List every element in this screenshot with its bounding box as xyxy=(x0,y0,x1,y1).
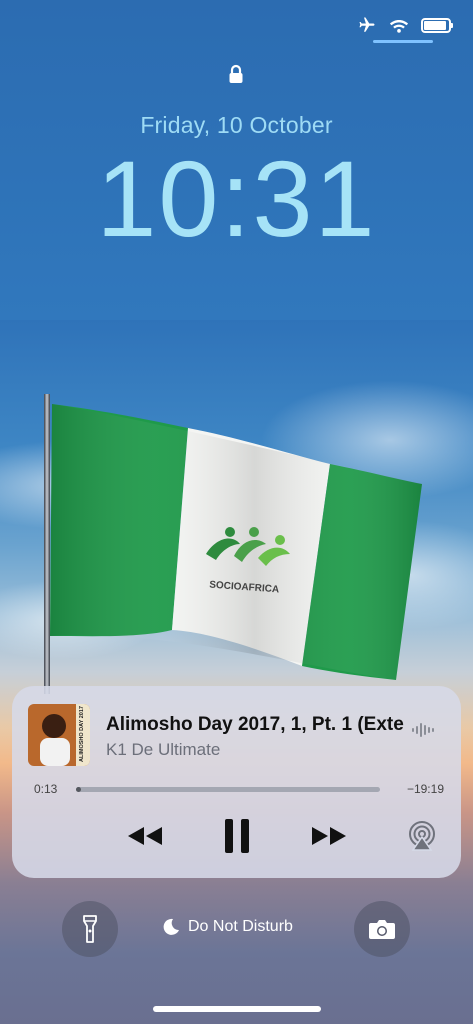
flag-pole xyxy=(44,394,50,694)
rewind-button[interactable] xyxy=(122,816,168,856)
moon-icon xyxy=(163,918,179,935)
rewind-icon xyxy=(128,827,162,845)
elapsed-time: 0:13 xyxy=(34,782,58,796)
artwork-image: ALIMOSHO DAY 2017 xyxy=(28,704,90,766)
status-bar xyxy=(357,12,453,38)
battery-icon xyxy=(421,17,453,33)
progress-fill xyxy=(76,787,81,792)
dnd-label: Do Not Disturb xyxy=(188,918,293,935)
svg-text:ALIMOSHO DAY 2017: ALIMOSHO DAY 2017 xyxy=(79,706,85,762)
remaining-time: −19:19 xyxy=(406,782,444,796)
camera-icon xyxy=(369,920,395,939)
lock-icon xyxy=(229,64,243,83)
camera-button[interactable] xyxy=(354,901,410,957)
date-label: Friday, 10 October xyxy=(140,112,333,138)
do-not-disturb[interactable]: Do Not Disturb xyxy=(162,918,293,936)
home-indicator[interactable] xyxy=(153,1006,321,1012)
clock-time: 10:31 xyxy=(96,138,377,259)
audio-waveform-icon xyxy=(412,723,434,737)
album-artwork[interactable]: ALIMOSHO DAY 2017 xyxy=(28,704,90,766)
fast-forward-icon xyxy=(312,827,346,845)
track-title[interactable]: Alimosho Day 2017, 1, Pt. 1 (Exte xyxy=(106,714,406,736)
flashlight-icon xyxy=(83,915,97,943)
now-playing-widget[interactable]: ALIMOSHO DAY 2017 Alimosho Day 2017, 1, … xyxy=(12,686,461,878)
flag-image: SOCIOAFRICA xyxy=(44,394,422,694)
pause-icon xyxy=(225,819,249,853)
progress-scrubber[interactable] xyxy=(76,787,380,792)
playback-progress[interactable]: 0:13 −19:19 xyxy=(34,780,444,798)
track-artist[interactable]: K1 De Ultimate xyxy=(106,740,220,760)
battery-fill xyxy=(424,20,446,30)
airplay-button[interactable] xyxy=(402,816,442,856)
fast-forward-button[interactable] xyxy=(306,816,352,856)
airplane-icon xyxy=(359,17,375,32)
wifi-icon xyxy=(389,20,409,33)
airplay-icon xyxy=(409,821,435,851)
flashlight-button[interactable] xyxy=(62,901,118,957)
status-indicator xyxy=(373,40,433,43)
pause-button[interactable] xyxy=(214,816,260,856)
